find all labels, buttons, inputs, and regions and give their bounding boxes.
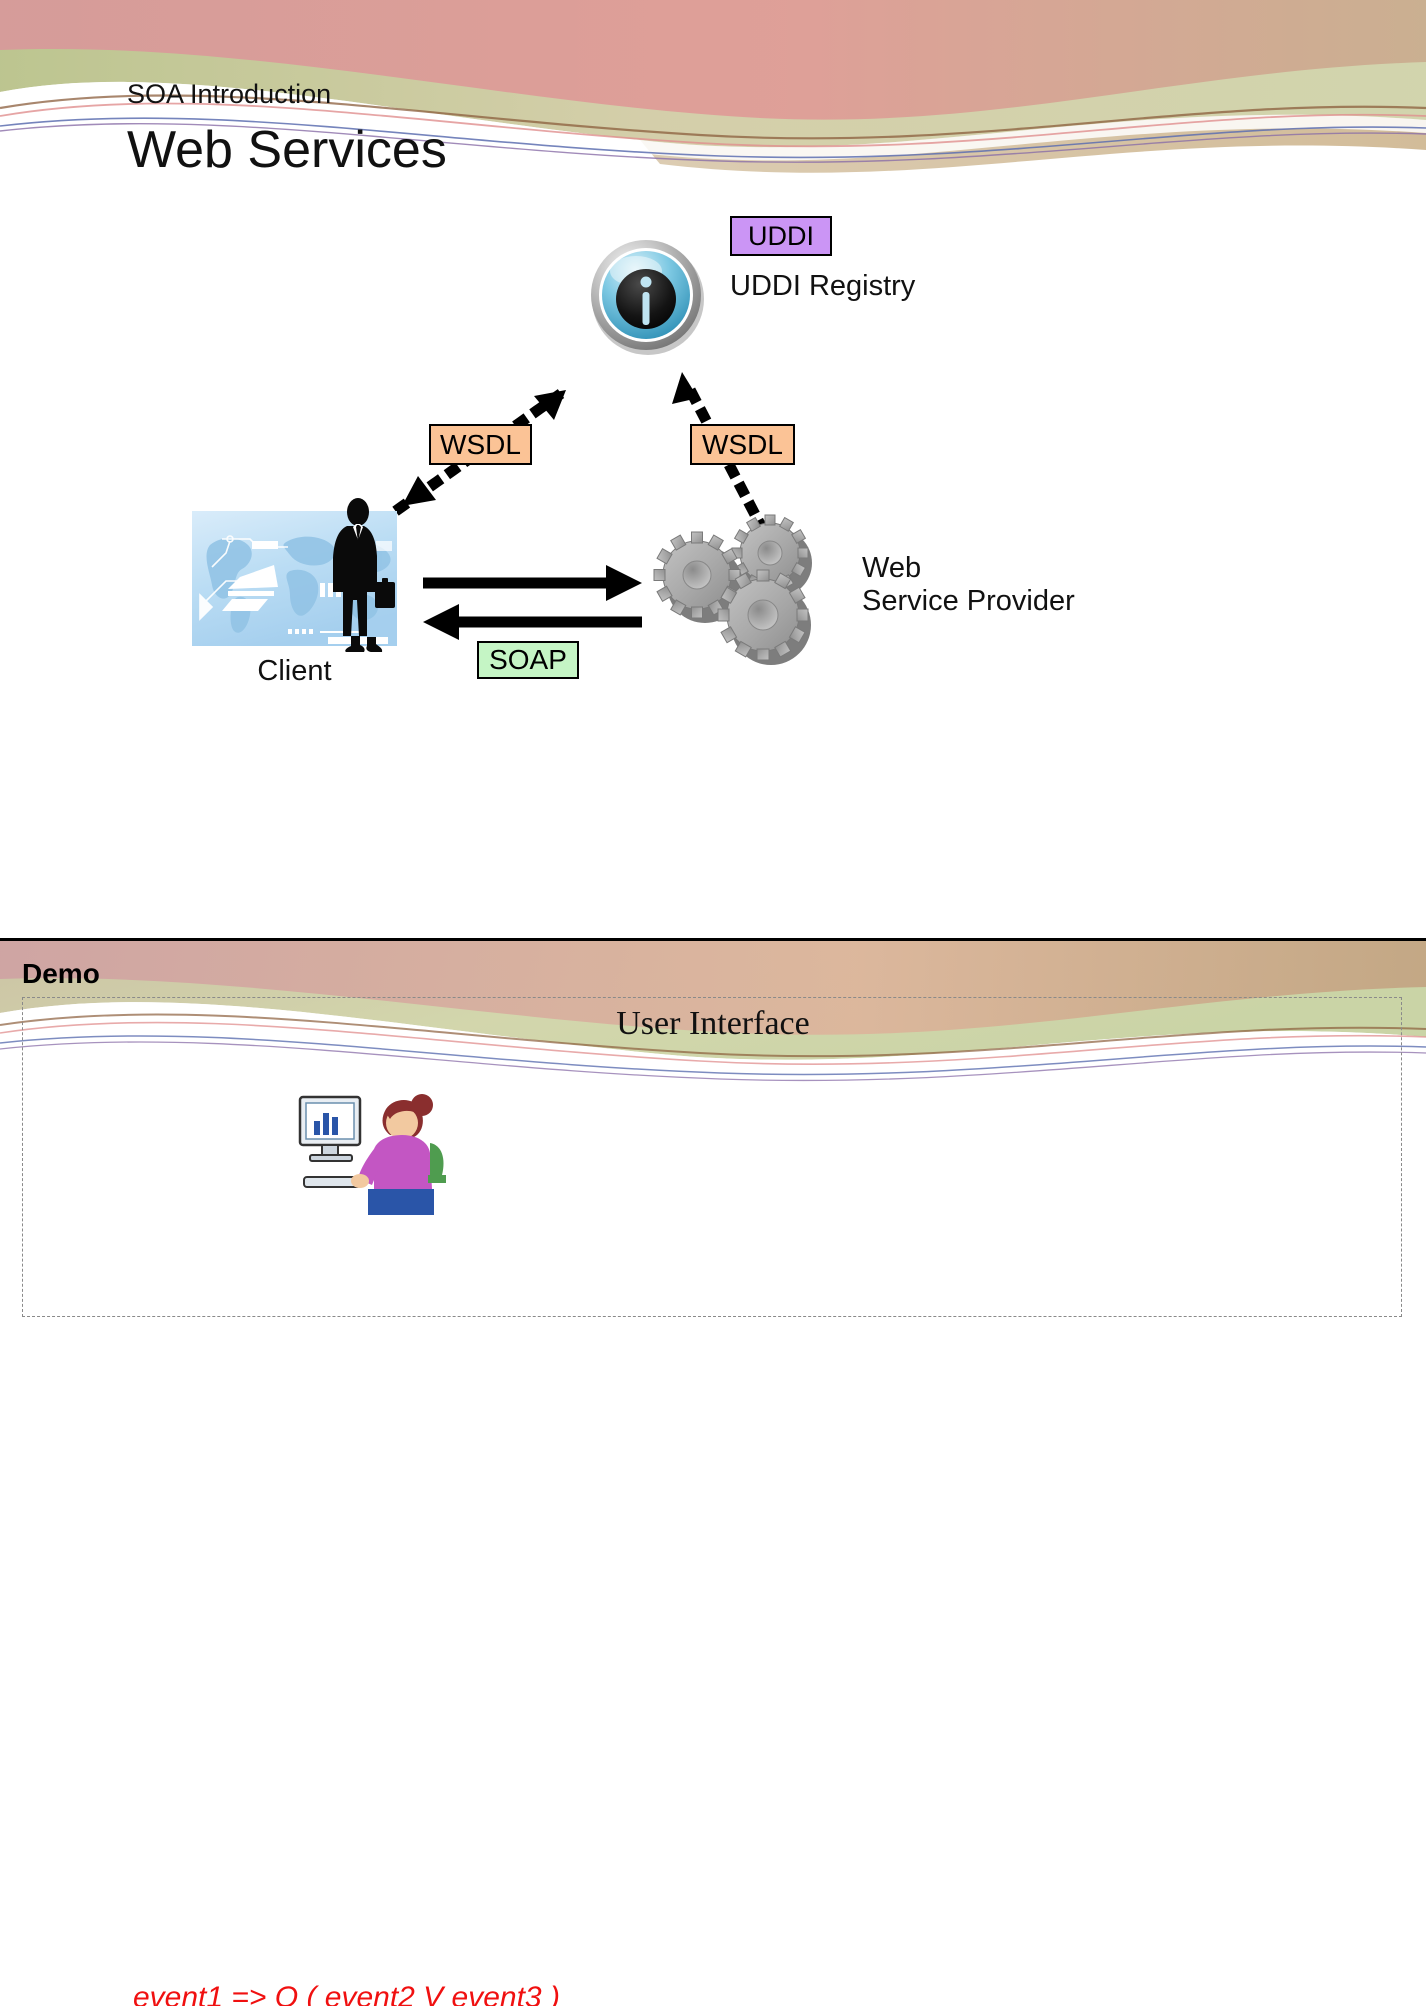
web-service-gears-icon	[645, 505, 860, 665]
client-label: Client	[257, 655, 332, 687]
slide-kicker: SOA Introduction	[127, 79, 332, 109]
uddi-registry-label: UDDI Registry	[730, 270, 916, 302]
soap-badge: SOAP	[477, 641, 579, 679]
uddi-badge: UDDI	[730, 216, 832, 256]
slide-web-services: SOA Introduction Web Services UDDI UDDI …	[0, 0, 1426, 935]
header-banner-decoration	[0, 0, 1426, 230]
user-at-computer-icon	[290, 1079, 450, 1224]
uddi-info-icon	[588, 237, 708, 357]
provider-label-line2: Service Provider	[862, 585, 1075, 617]
client-businessman-silhouette	[320, 496, 400, 656]
user-interface-title: User Interface	[616, 1005, 810, 1042]
slide-demo: Demo User Interface event1 => O (event2…	[0, 938, 1426, 2006]
slide-deck-page: SOA Introduction Web Services UDDI UDDI …	[0, 0, 1426, 2006]
wsdl-badge-right: WSDL	[690, 424, 795, 465]
web-service-provider-label: Web Service Provider	[862, 552, 1075, 618]
wsdl-badge-left: WSDL	[429, 424, 532, 465]
page-title: Web Services	[127, 121, 447, 179]
demo-section-title: Demo	[22, 958, 100, 989]
provider-label-line1: Web	[862, 552, 922, 584]
user-interface-section-box	[22, 997, 1402, 1317]
